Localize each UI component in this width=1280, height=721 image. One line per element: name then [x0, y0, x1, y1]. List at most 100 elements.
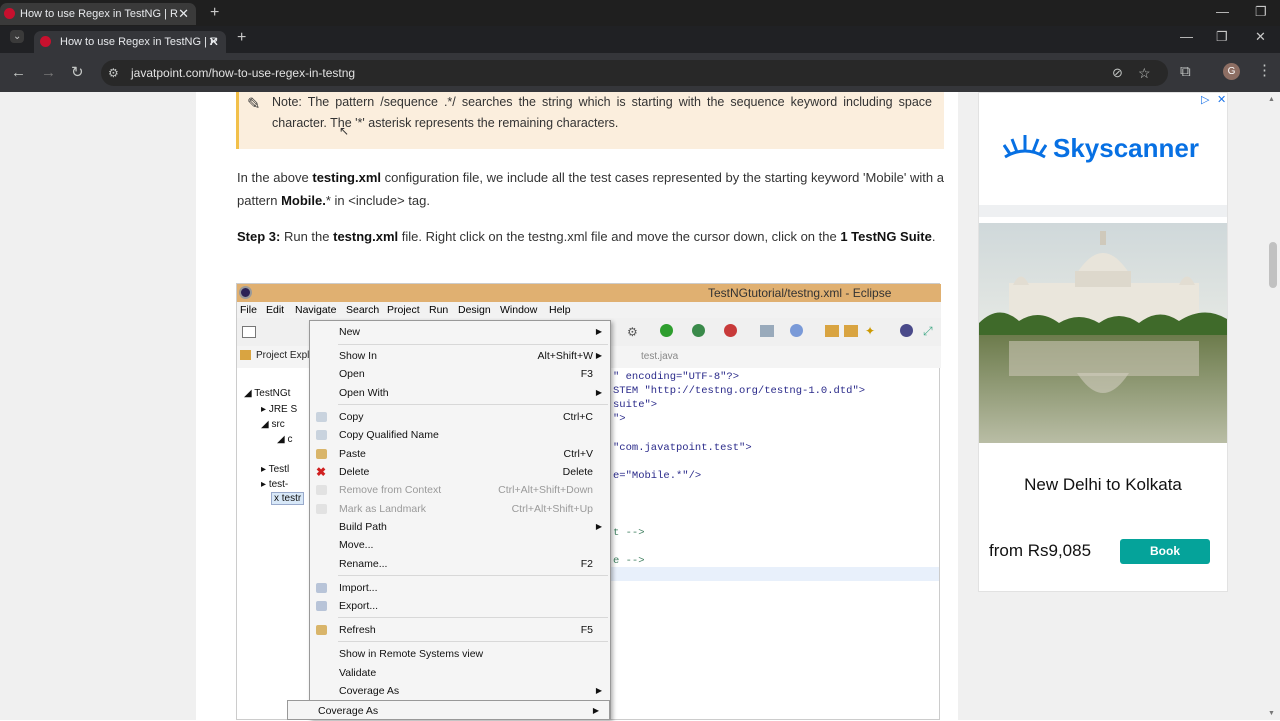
scroll-down-icon[interactable]: ▼ [1268, 710, 1275, 717]
close-icon[interactable]: ✕ [208, 31, 219, 53]
tree-item[interactable]: ◢ TestNGt [244, 388, 290, 399]
menu-item-coverage-as-duplicate[interactable]: Coverage As ▶ [287, 700, 610, 720]
menu-item-open[interactable]: Open F3 [310, 365, 610, 383]
menu-dots-icon[interactable]: ⋮ [1257, 63, 1272, 79]
favicon-icon [40, 36, 51, 47]
menu-item-build-path[interactable]: Build Path ▶ [310, 518, 610, 536]
skyscanner-logo-icon [1003, 135, 1047, 159]
new-server-icon[interactable] [760, 325, 774, 337]
wand-icon[interactable]: ✦ [865, 324, 875, 338]
tree-item[interactable]: ◢ c [277, 434, 292, 445]
avatar[interactable]: G [1223, 63, 1240, 80]
import-icon [316, 583, 327, 593]
menu-item-remove-from-context[interactable]: Remove from Context Ctrl+Alt+Shift+Down [310, 481, 610, 499]
new-file-icon[interactable] [242, 326, 256, 338]
extensions-icon[interactable]: ⧉ [1180, 64, 1191, 80]
site-info-icon[interactable]: ⚙ [108, 65, 119, 81]
external-tools-icon[interactable] [724, 324, 737, 337]
menu-item-mark-as-landmark[interactable]: Mark as Landmark Ctrl+Alt+Shift+Up [310, 500, 610, 518]
maximize-icon[interactable]: ❐ [1216, 29, 1228, 45]
menu-navigate[interactable]: Navigate [295, 304, 336, 316]
menu-search[interactable]: Search [346, 304, 379, 316]
skyscanner-ad[interactable]: ▷ ✕ Skyscanner New Delhi to Kolkata from… [978, 92, 1228, 592]
scrollbar-thumb[interactable] [1269, 242, 1277, 288]
tab-title: How to use Regex in TestNG | R [60, 36, 218, 48]
tree-item[interactable]: ▸ JRE S [261, 404, 297, 415]
menu-item-copy[interactable]: Copy Ctrl+C [310, 408, 610, 426]
menu-project[interactable]: Project [387, 304, 420, 316]
context-menu: New ▶ Show In Alt+Shift+W ▶ Open F3 Open Wit… [309, 320, 611, 720]
tree-item[interactable]: ▸ Testl [261, 464, 289, 475]
menu-help[interactable]: Help [549, 304, 571, 316]
forward-icon[interactable]: → [41, 65, 56, 81]
ad-divider [979, 205, 1227, 217]
coverage-icon[interactable] [692, 324, 705, 337]
back-icon[interactable]: ← [11, 65, 26, 81]
new-tab-icon[interactable]: + [237, 29, 246, 47]
code-line: e="Mobile.*"/> [613, 470, 702, 482]
project-explorer-tab[interactable]: Project Explo [256, 350, 315, 361]
menu-item-show-in[interactable]: Show In Alt+Shift+W ▶ [310, 347, 610, 365]
menu-item-open-with[interactable]: Open With ▶ [310, 384, 610, 402]
menu-item-validate[interactable]: Validate [310, 664, 610, 682]
new-tab-icon[interactable]: + [210, 4, 219, 22]
web-icon[interactable] [790, 324, 803, 337]
menu-item-copy-qualified-name[interactable]: Copy Qualified Name [310, 426, 610, 444]
address-bar[interactable]: ⚙ javatpoint.com/how-to-use-regex-in-tes… [101, 60, 1168, 86]
restore-icon[interactable]: ❐ [1255, 4, 1267, 20]
menu-item-new[interactable]: New ▶ [310, 323, 610, 341]
bookmark-star-icon[interactable]: ☆ [1138, 65, 1151, 81]
tab-search-icon[interactable]: ⌄ [10, 30, 25, 43]
close-icon[interactable]: ✕ [178, 3, 189, 25]
price-text: from Rs9,085 [989, 541, 1092, 560]
note-text: Note: The pattern /sequence .*/ searches… [272, 95, 932, 130]
menu-file[interactable]: File [240, 304, 257, 316]
scroll-up-icon[interactable]: ▲ [1268, 96, 1275, 103]
tree-item-selected[interactable]: x testr [271, 492, 305, 505]
outer-tab[interactable]: How to use Regex in TestNG | R ✕ [0, 3, 196, 25]
favicon-icon [4, 8, 15, 19]
menu-item-rename[interactable]: Rename... F2 [310, 555, 610, 573]
menu-item-refresh[interactable]: Refresh F5 [310, 621, 610, 639]
editor-tab[interactable]: test.java [641, 351, 678, 362]
close-window-icon[interactable]: ✕ [1255, 29, 1266, 45]
run-icon[interactable] [660, 324, 673, 337]
menu-run[interactable]: Run [429, 304, 448, 316]
minimize-icon[interactable]: — [1180, 29, 1193, 44]
code-line: "> [613, 413, 626, 425]
tree-item[interactable]: ▸ test- [261, 479, 288, 490]
menu-design[interactable]: Design [458, 304, 491, 316]
minimize-icon[interactable]: — [1216, 4, 1229, 19]
reload-icon[interactable]: ↻ [71, 65, 84, 81]
menu-item-paste[interactable]: Paste Ctrl+V [310, 445, 610, 463]
menu-item-coverage-as[interactable]: Coverage As ▶ [310, 682, 610, 700]
menu-window[interactable]: Window [500, 304, 537, 316]
outer-tab-title: How to use Regex in TestNG | R [20, 8, 178, 20]
perspective-icon[interactable]: ⤢ [923, 324, 933, 339]
globe-icon[interactable] [900, 324, 913, 337]
close-icon[interactable]: ✕ [1217, 93, 1226, 106]
current-line-highlight [611, 567, 939, 581]
book-button[interactable]: Book [1120, 539, 1210, 564]
menu-item-move[interactable]: Move... [310, 536, 610, 554]
note-box: ✎ Note: The pattern /sequence .*/ search… [236, 92, 944, 149]
mouse-cursor-icon: ↖ [339, 124, 350, 138]
route-text: New Delhi to Kolkata [1024, 475, 1182, 494]
menu-edit[interactable]: Edit [266, 304, 284, 316]
paragraph-testing-xml: In the above testing.xml configuration f… [237, 170, 945, 208]
active-tab[interactable]: How to use Regex in TestNG | R ✕ [34, 31, 226, 53]
eye-off-icon[interactable]: ⊘ [1112, 65, 1123, 81]
menu-item-show-in-remote-systems[interactable]: Show in Remote Systems view [310, 645, 610, 663]
paste-icon [316, 449, 327, 459]
menu-item-delete[interactable]: ✖ Delete Delete [310, 463, 610, 481]
open-type-icon[interactable] [844, 325, 858, 337]
menu-item-export[interactable]: Export... [310, 597, 610, 615]
menu-item-import[interactable]: Import... [310, 579, 610, 597]
export-icon [316, 601, 327, 611]
landmark-icon [316, 504, 327, 514]
adchoices-icon[interactable]: ▷ [1201, 93, 1209, 106]
settings-gear-icon[interactable]: ⚙ [627, 325, 638, 339]
open-folder-icon[interactable] [825, 325, 839, 337]
page-scrollbar[interactable] [1266, 92, 1280, 720]
tree-item[interactable]: ◢ src [261, 419, 285, 430]
